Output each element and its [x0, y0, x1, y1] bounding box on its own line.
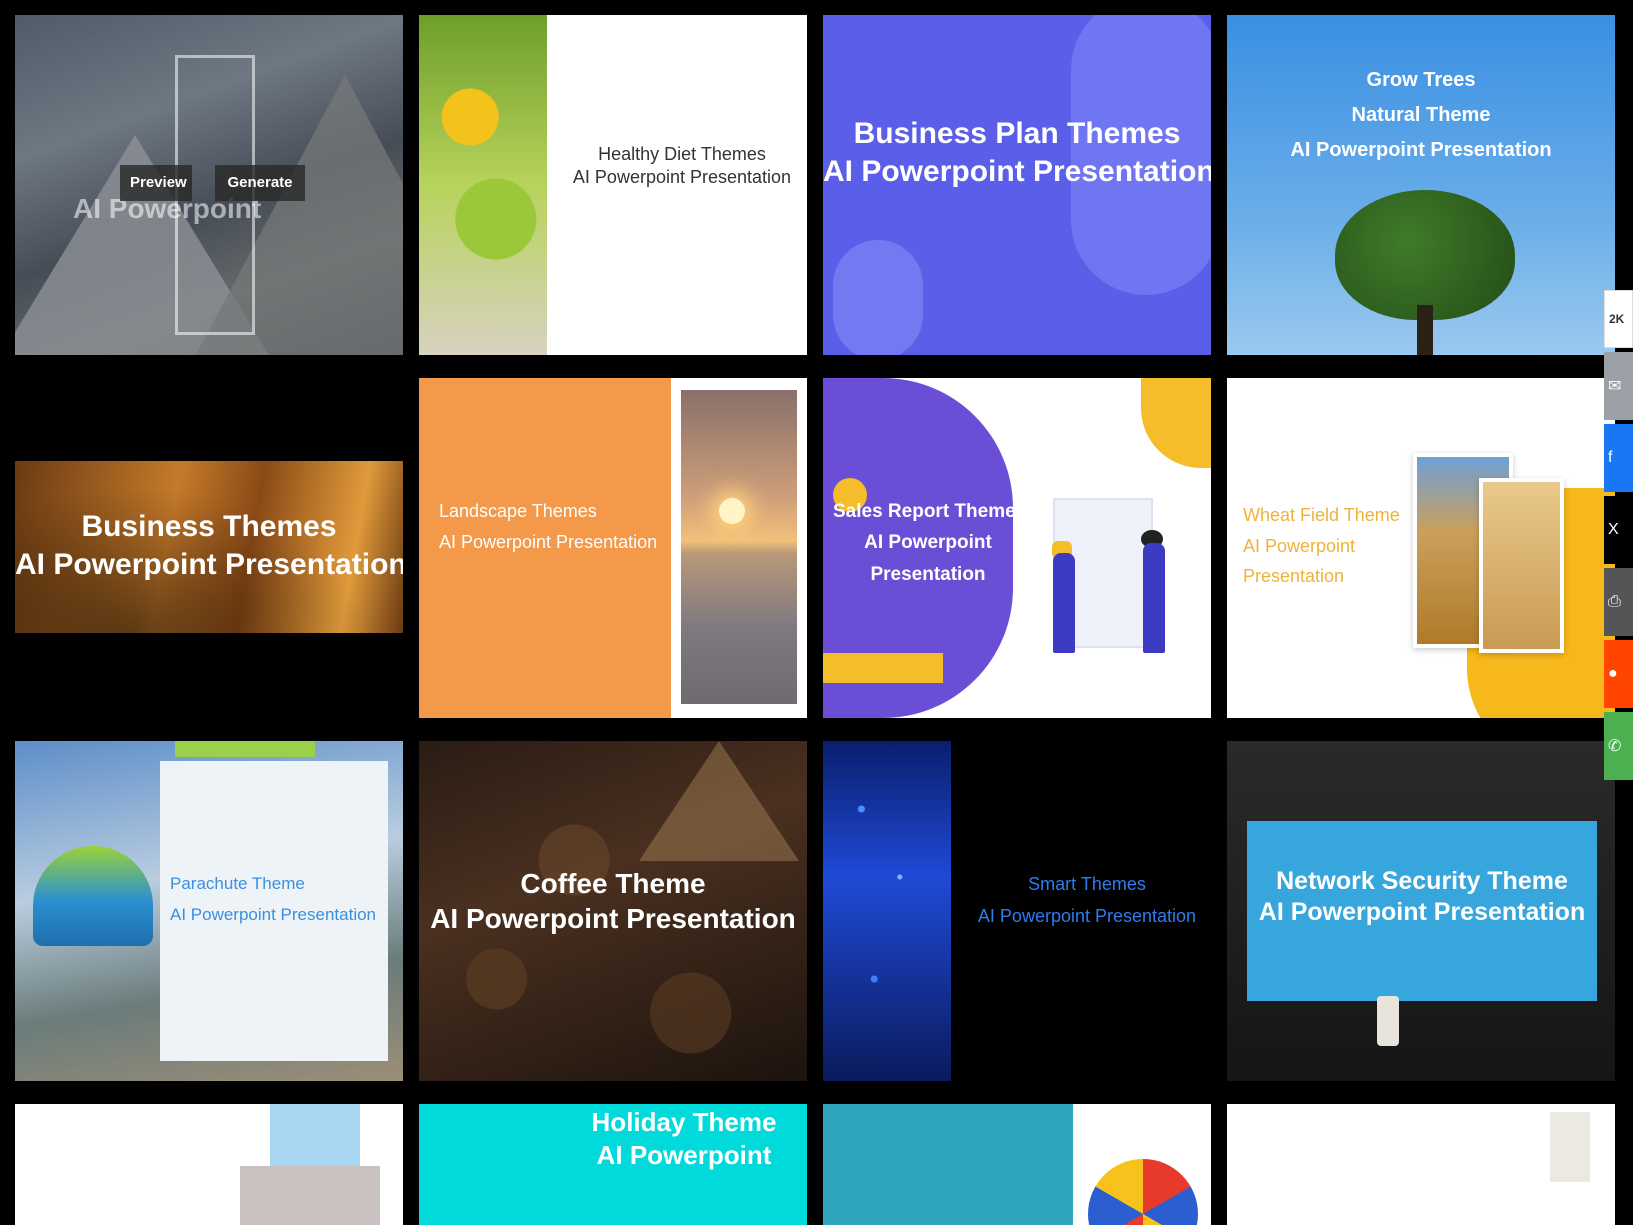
card-subtitle-line: AI Powerpoint Presentation	[977, 905, 1197, 926]
lamp-light	[639, 741, 799, 861]
card-title-line: Business Plan Themes	[853, 117, 1181, 150]
card-subtitle-line: AI Powerpoint	[596, 1139, 772, 1170]
card-title-line: Grow Trees	[1366, 69, 1476, 91]
theme-card-coffee[interactable]: Coffee Theme AI Powerpoint Presentation	[419, 741, 807, 1081]
reddit-icon: ●	[1608, 665, 1618, 682]
card-subtitle-line: AI Powerpoint Presentation	[439, 531, 658, 552]
hand-icon	[1377, 996, 1399, 1046]
theme-card-parachute[interactable]: Parachute Theme AI Powerpoint Presentati…	[15, 741, 403, 1081]
card-title: Wheat Field Theme AI Powerpoint Presenta…	[1243, 500, 1413, 592]
theme-card-sales-report[interactable]: Sales Report Themes AI Powerpoint Presen…	[823, 378, 1211, 718]
decor-blob	[833, 240, 923, 355]
theme-card-network-security[interactable]: Network Security Theme AI Powerpoint Pre…	[1227, 741, 1615, 1081]
card-title: Healthy Diet Themes AI Powerpoint Presen…	[557, 143, 807, 188]
card-image	[240, 1166, 380, 1225]
generate-button[interactable]: Generate	[215, 165, 305, 201]
theme-card-holiday[interactable]: Holiday Theme AI Powerpoint	[419, 1104, 807, 1225]
facebook-icon: f	[1608, 449, 1613, 466]
theme-card-business[interactable]: Business Themes AI Powerpoint Presentati…	[15, 378, 403, 718]
wheat-photo	[1479, 478, 1564, 653]
card-title: Holiday Theme AI Powerpoint	[569, 1106, 799, 1171]
card-subtitle-line: AI Powerpoint Presentation	[572, 166, 792, 187]
theme-card-partial[interactable]	[1227, 1104, 1615, 1225]
theme-card-mountain[interactable]: AI Powerpoint Preview Generate	[15, 15, 403, 355]
card-subtitle-line: AI Powerpoint	[864, 532, 992, 554]
card-title: Network Security Theme AI Powerpoint Pre…	[1247, 866, 1597, 929]
decor-shape	[1550, 1112, 1590, 1182]
tree-trunk	[1417, 305, 1433, 355]
tree-icon	[1335, 190, 1515, 320]
balloon-icon	[1088, 1159, 1198, 1225]
sun-icon	[719, 498, 745, 524]
preview-button[interactable]: Preview	[120, 165, 192, 201]
person-icon	[1053, 553, 1075, 653]
parachute-icon	[33, 846, 153, 946]
sunset-image	[681, 390, 797, 704]
whatsapp-share-button[interactable]: ✆	[1604, 712, 1633, 780]
whatsapp-icon: ✆	[1608, 738, 1622, 755]
card-title-line: Network Security Theme	[1276, 867, 1568, 895]
card-title: Parachute Theme AI Powerpoint Presentati…	[170, 869, 390, 930]
card-subtitle-line: AI Powerpoint Presentation	[1290, 139, 1552, 161]
email-share-button[interactable]: ✉	[1604, 352, 1633, 420]
card-title-line: Holiday Theme	[591, 1107, 777, 1137]
x-icon: X	[1608, 521, 1619, 538]
card-title-line: Sales Report Themes	[833, 501, 1027, 522]
card-title-line: Landscape Themes	[439, 501, 597, 521]
reddit-share-button[interactable]: ●	[1604, 640, 1633, 708]
decor-shape	[1141, 378, 1211, 468]
person-icon	[1143, 543, 1165, 653]
card-title-line: Wheat Field Theme	[1243, 505, 1400, 525]
theme-card-landscape[interactable]: Landscape Themes AI Powerpoint Presentat…	[419, 378, 807, 718]
card-title-line: Healthy Diet Themes	[598, 144, 766, 164]
decor-bar	[175, 741, 315, 757]
card-title: Grow Trees Natural Theme AI Powerpoint P…	[1227, 63, 1615, 168]
card-title-line: Smart Themes	[1028, 874, 1146, 894]
card-subtitle-line: AI Powerpoint Presentation	[15, 547, 403, 581]
email-icon: ✉	[1608, 378, 1622, 395]
theme-card-smart[interactable]: Smart Themes AI Powerpoint Presentation	[823, 741, 1211, 1081]
card-title-line: Natural Theme	[1351, 104, 1491, 126]
share-count: 2K	[1604, 290, 1633, 348]
card-subtitle-line: AI Powerpoint Presentation	[1258, 898, 1586, 927]
print-share-button[interactable]: ⎙	[1604, 568, 1633, 636]
card-subtitle-line: AI Powerpoint Presentation	[170, 904, 377, 924]
theme-gallery: AI Powerpoint Preview Generate Healthy D…	[0, 0, 1633, 1225]
card-subtitle-line: AI Powerpoint	[1243, 535, 1356, 556]
card-subtitle-line: Presentation	[1243, 566, 1345, 587]
decor-shape	[823, 1104, 1073, 1225]
sunset-photo	[671, 378, 807, 718]
particles-image	[823, 741, 951, 1081]
card-subtitle-line: Presentation	[870, 563, 986, 585]
card-title: Business Themes AI Powerpoint Presentati…	[15, 508, 403, 583]
card-title: Coffee Theme AI Powerpoint Presentation	[419, 866, 807, 936]
card-title-line: Parachute Theme	[170, 874, 305, 893]
card-title: Landscape Themes AI Powerpoint Presentat…	[439, 496, 669, 557]
card-image	[419, 15, 547, 355]
theme-card-healthy-diet[interactable]: Healthy Diet Themes AI Powerpoint Presen…	[419, 15, 807, 355]
card-title-line: Coffee Theme	[520, 868, 706, 899]
theme-card-balloon[interactable]	[823, 1104, 1211, 1225]
theme-card-business-plan[interactable]: Business Plan Themes AI Powerpoint Prese…	[823, 15, 1211, 355]
print-icon: ⎙	[1608, 593, 1621, 610]
card-subtitle-line: AI Powerpoint Presentation	[823, 154, 1211, 188]
facebook-share-button[interactable]: f	[1604, 424, 1633, 492]
theme-card-wheat-field[interactable]: Wheat Field Theme AI Powerpoint Presenta…	[1227, 378, 1615, 718]
card-title: Sales Report Themes AI Powerpoint Presen…	[833, 496, 1027, 590]
x-share-button[interactable]: X	[1604, 496, 1633, 564]
theme-card-partial[interactable]	[15, 1104, 403, 1225]
card-subtitle-line: AI Powerpoint Presentation	[430, 903, 796, 934]
card-title: Smart Themes AI Powerpoint Presentation	[963, 869, 1211, 932]
theme-card-grow-trees[interactable]: Grow Trees Natural Theme AI Powerpoint P…	[1227, 15, 1615, 355]
card-title: Business Plan Themes AI Powerpoint Prese…	[823, 115, 1211, 190]
card-title-line: Business Themes	[81, 510, 337, 543]
decor-bar	[823, 653, 943, 683]
